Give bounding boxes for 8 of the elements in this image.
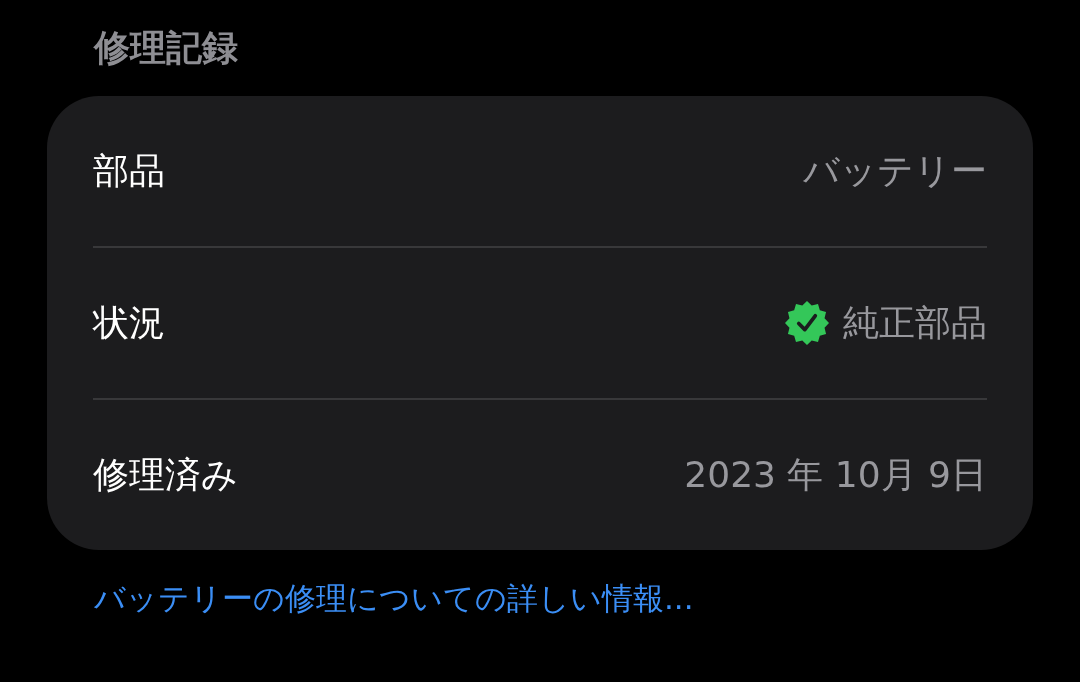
section-title: 修理記録 bbox=[92, 26, 239, 70]
row-value: 純正部品 bbox=[843, 300, 987, 345]
row-label: 状況 bbox=[93, 300, 165, 345]
row-value: 2023 年 10月 9日 bbox=[684, 452, 987, 497]
row-value: バッテリー bbox=[803, 148, 987, 193]
row-label: 修理済み bbox=[93, 452, 238, 497]
row-label: 部品 bbox=[93, 148, 165, 193]
battery-repair-info-link[interactable]: バッテリーの修理についての詳しい情報... bbox=[94, 578, 694, 620]
